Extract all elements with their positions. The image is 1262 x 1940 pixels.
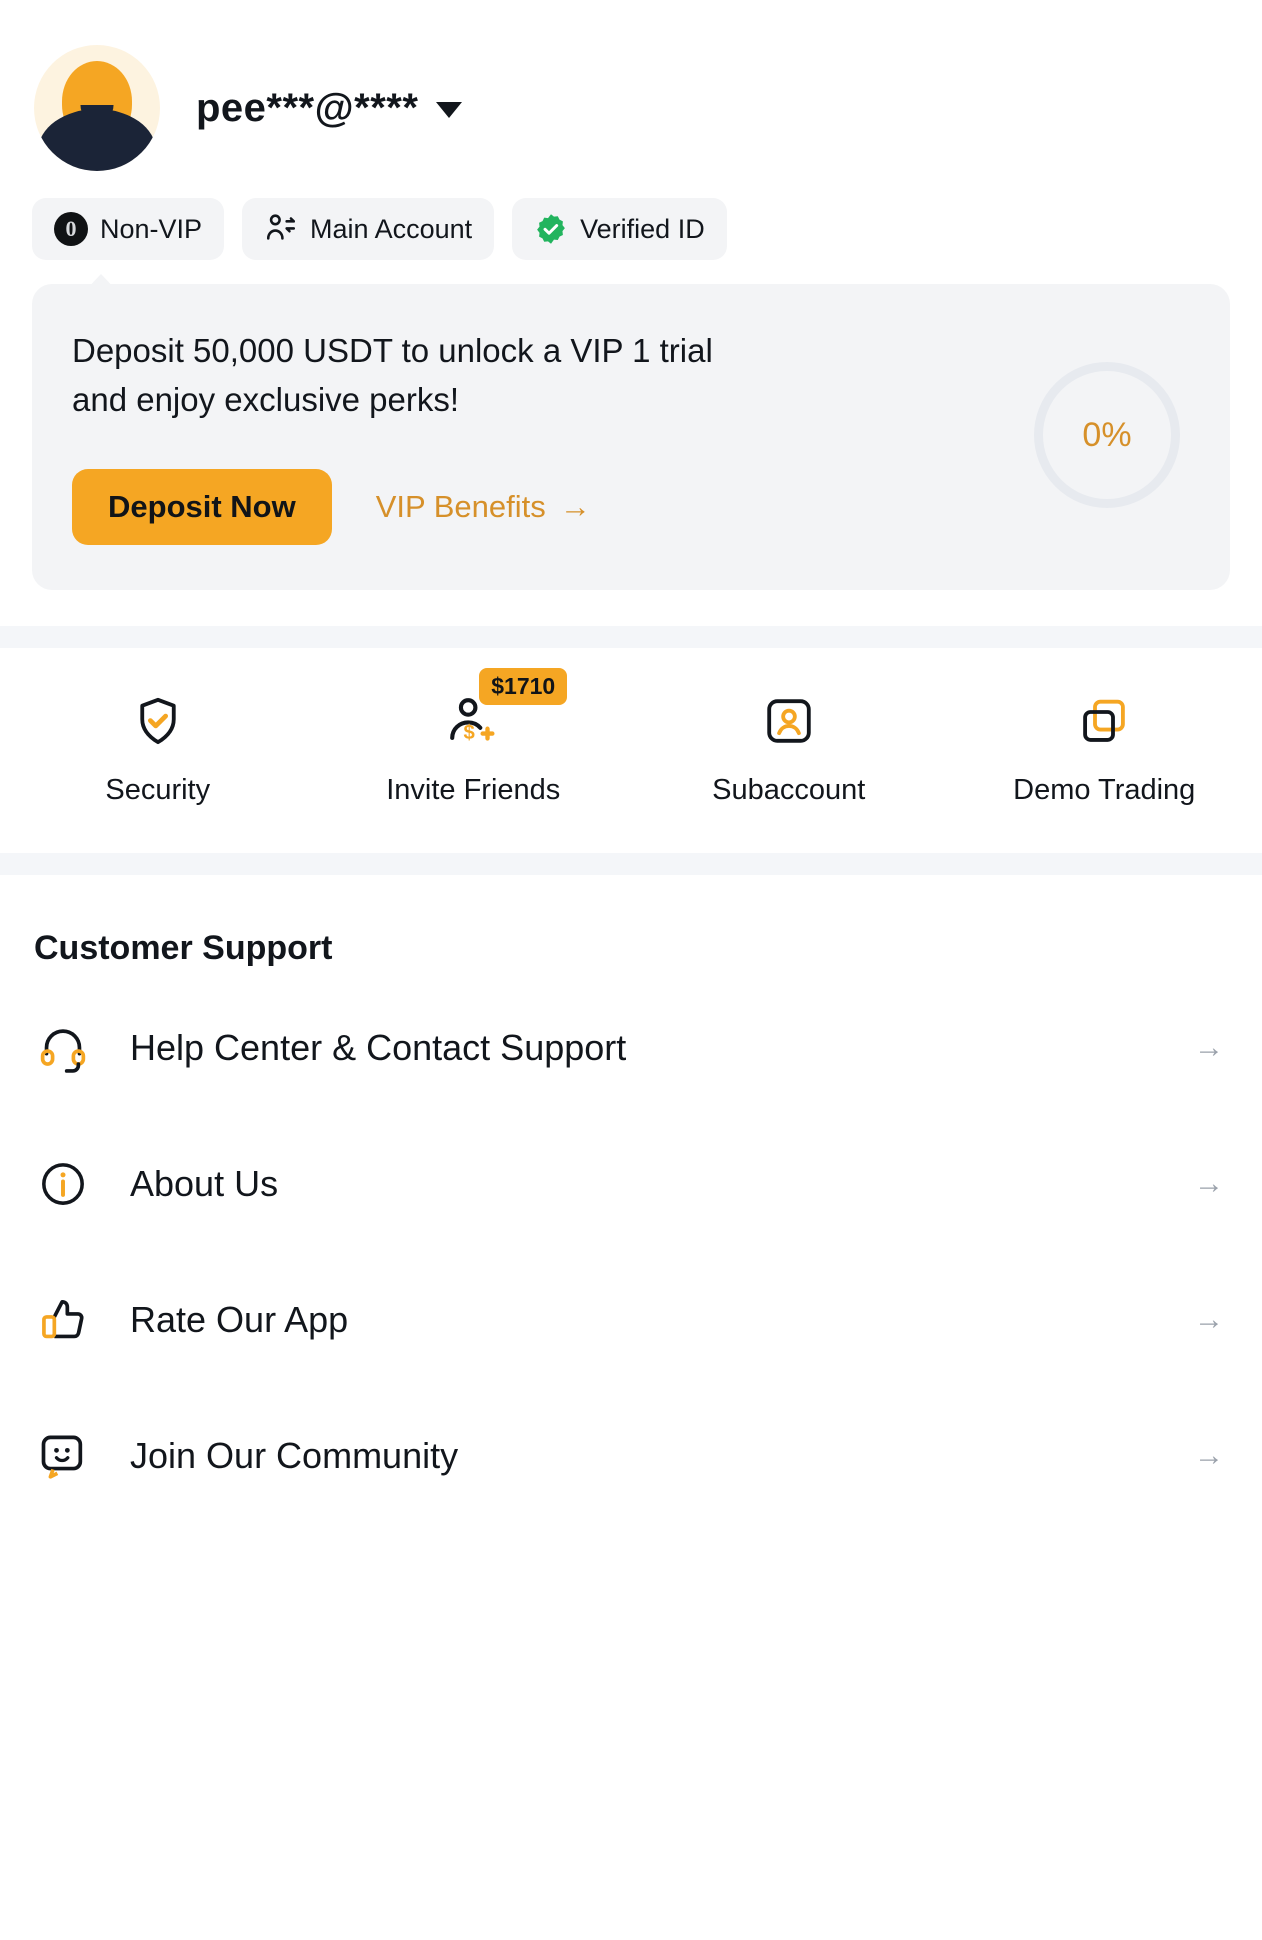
shield-check-icon bbox=[127, 690, 189, 752]
customer-support-list: Help Center & Contact Support → About Us… bbox=[0, 980, 1262, 1524]
caret-down-icon[interactable] bbox=[436, 102, 463, 118]
invite-reward-badge: $1710 bbox=[479, 668, 568, 705]
support-item-about-us-label: About Us bbox=[130, 1163, 279, 1204]
status-badge-row: 0 Non-VIP Main Account Verified ID bbox=[0, 190, 1262, 260]
section-separator-top bbox=[0, 626, 1262, 648]
account-page: pee***@**** 0 Non-VIP Main Account Verif… bbox=[0, 0, 1262, 1940]
profile-header: pee***@**** bbox=[0, 0, 1262, 190]
chat-smile-icon bbox=[34, 1427, 92, 1485]
chevron-right-icon: → bbox=[1194, 1439, 1224, 1472]
quick-action-demo-trading-label: Demo Trading bbox=[1013, 774, 1196, 806]
promo-content: Deposit 50,000 USDT to unlock a VIP 1 tr… bbox=[72, 326, 1034, 545]
vip-promo-section: Deposit 50,000 USDT to unlock a VIP 1 tr… bbox=[0, 260, 1262, 590]
thumbs-up-icon bbox=[34, 1291, 92, 1349]
support-item-help-center-label: Help Center & Contact Support bbox=[130, 1027, 627, 1068]
vip-benefits-link[interactable]: VIP Benefits → bbox=[376, 489, 591, 525]
vip-level-text: 0 bbox=[65, 216, 77, 241]
support-item-rate-our-app-label: Rate Our App bbox=[130, 1299, 349, 1340]
promo-actions: Deposit Now VIP Benefits → bbox=[72, 468, 1034, 545]
vip-benefits-label: VIP Benefits bbox=[375, 488, 546, 524]
chevron-right-icon: → bbox=[1194, 1031, 1224, 1064]
subaccount-icon bbox=[758, 690, 820, 752]
quick-action-invite-friends[interactable]: $1710 $ Invite Friends bbox=[316, 668, 632, 807]
quick-actions-row: Security $1710 $ Invite Friends Subaccou… bbox=[0, 648, 1262, 853]
quick-action-demo-trading[interactable]: Demo Trading bbox=[947, 690, 1262, 807]
badge-verified-id[interactable]: Verified ID bbox=[512, 198, 727, 260]
chevron-right-icon: → bbox=[1194, 1303, 1224, 1336]
username-dropdown[interactable]: pee***@**** bbox=[196, 85, 463, 131]
support-item-rate-our-app[interactable]: Rate Our App → bbox=[34, 1252, 1228, 1388]
quick-action-security-label: Security bbox=[105, 774, 211, 806]
quick-action-security[interactable]: Security bbox=[0, 690, 316, 807]
progress-ring-value: 0% bbox=[1082, 415, 1132, 454]
verified-check-icon bbox=[534, 212, 568, 246]
promo-message: Deposit 50,000 USDT to unlock a VIP 1 tr… bbox=[72, 331, 713, 419]
section-separator-bottom bbox=[0, 853, 1262, 875]
support-item-about-us[interactable]: About Us → bbox=[34, 1116, 1228, 1252]
arrow-right-icon: → bbox=[559, 489, 591, 524]
support-item-join-our-community-label: Join Our Community bbox=[130, 1435, 459, 1476]
badge-main-account[interactable]: Main Account bbox=[242, 198, 495, 260]
info-circle-icon bbox=[34, 1155, 92, 1213]
badge-verified-id-label: Verified ID bbox=[580, 213, 705, 244]
badge-non-vip[interactable]: 0 Non-VIP bbox=[32, 198, 225, 260]
customer-support-title: Customer Support bbox=[34, 929, 333, 967]
vip-level-zero-icon: 0 bbox=[54, 212, 88, 246]
quick-action-subaccount-label: Subaccount bbox=[712, 774, 866, 806]
vip-promo-card: Deposit 50,000 USDT to unlock a VIP 1 tr… bbox=[32, 284, 1230, 590]
account-switch-icon bbox=[264, 210, 298, 249]
support-item-help-center[interactable]: Help Center & Contact Support → bbox=[34, 980, 1228, 1116]
deposit-now-button[interactable]: Deposit Now bbox=[72, 468, 332, 545]
customer-support-section: Customer Support Help Center & Contact S… bbox=[0, 875, 1262, 1524]
avatar-body bbox=[38, 109, 156, 171]
quick-action-subaccount[interactable]: Subaccount bbox=[631, 690, 947, 807]
svg-text:$: $ bbox=[464, 722, 475, 744]
demo-trading-icon bbox=[1073, 690, 1135, 752]
badge-non-vip-label: Non-VIP bbox=[100, 213, 203, 244]
chevron-right-icon: → bbox=[1194, 1167, 1224, 1200]
badge-main-account-label: Main Account bbox=[310, 213, 473, 244]
vip-progress-ring: 0% bbox=[1034, 362, 1180, 508]
quick-action-invite-friends-label: Invite Friends bbox=[386, 774, 561, 806]
support-item-join-our-community[interactable]: Join Our Community → bbox=[34, 1388, 1228, 1524]
avatar[interactable] bbox=[34, 45, 160, 171]
headset-icon bbox=[34, 1019, 92, 1077]
username-text: pee***@**** bbox=[196, 85, 419, 130]
